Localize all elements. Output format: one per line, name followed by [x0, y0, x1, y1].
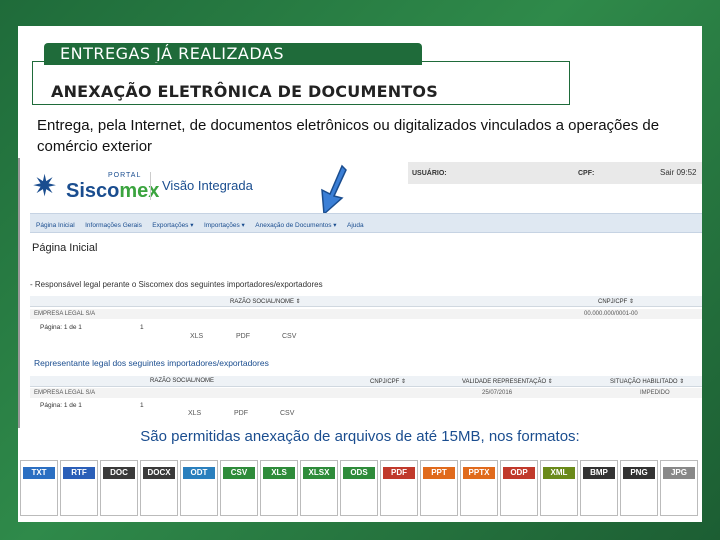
col-cnpj[interactable]: CNPJ/CPF ⇕	[598, 298, 634, 305]
file-type-tag: ODT	[183, 467, 215, 479]
xlsx-file-icon: XLSX	[300, 460, 338, 516]
cpf-label: CPF:	[578, 170, 595, 177]
title-box: ANEXAÇÃO ELETRÔNICA DE DOCUMENTOS	[32, 61, 570, 105]
odt-file-icon: ODT	[180, 460, 218, 516]
portal-screenshot: USUÁRIO: CPF: Sair 09:52 ✷ PORTAL Siscom…	[18, 158, 702, 428]
export-csv-link[interactable]: CSV	[282, 333, 296, 340]
portal-page-title: Página Inicial	[32, 242, 98, 254]
png-file-icon: PNG	[620, 460, 658, 516]
export2-xls-link[interactable]: XLS	[188, 410, 201, 417]
file-type-tag: DOC	[103, 467, 135, 479]
pptx-file-icon: PPTX	[460, 460, 498, 516]
export2-pdf-link[interactable]: PDF	[234, 410, 248, 417]
export2-csv-link[interactable]: CSV	[280, 410, 294, 417]
export-pdf-link[interactable]: PDF	[236, 333, 250, 340]
rtf-file-icon: RTF	[60, 460, 98, 516]
portal-topbar: USUÁRIO: CPF: Sair 09:52	[408, 162, 702, 184]
ods-file-icon: ODS	[340, 460, 378, 516]
txt-file-icon: TXT	[20, 460, 58, 516]
header-divider	[150, 172, 151, 200]
table1-header: RAZÃO SOCIAL/NOME ⇕ CNPJ/CPF ⇕	[30, 296, 702, 307]
nav-item-pagina-inicial[interactable]: Página Inicial	[36, 222, 75, 229]
intro-text: Entrega, pela Internet, de documentos el…	[37, 117, 660, 155]
pager: Página: 1 de 1	[40, 324, 82, 331]
pointer-arrow-icon	[321, 164, 347, 216]
compass-star-icon: ✷	[32, 170, 58, 203]
docx-file-icon: DOCX	[140, 460, 178, 516]
row2-situacao: IMPEDIDO	[640, 390, 670, 396]
pager2: Página: 1 de 1	[40, 402, 82, 409]
siscomex-logo[interactable]: ✷ PORTAL Siscomex	[32, 170, 159, 208]
nav-item-exportacoes[interactable]: Exportações ▾	[152, 221, 193, 229]
row2-date: 25/07/2016	[482, 390, 513, 396]
file-type-tag: XML	[543, 467, 575, 479]
user-label: USUÁRIO:	[412, 170, 447, 177]
file-type-tag: ODP	[503, 467, 535, 479]
session-info[interactable]: Sair 09:52	[660, 168, 696, 177]
nav-item-anexacao[interactable]: Anexação de Documentos ▾	[255, 221, 336, 229]
nav-item-ajuda[interactable]: Ajuda	[347, 222, 364, 229]
row-id: 00.000.000/0001-00	[584, 311, 638, 317]
export-xls-link[interactable]: XLS	[190, 333, 203, 340]
table-row[interactable]: EMPRESA LEGAL S/A 00.000.000/0001-00	[30, 309, 702, 319]
table2-header: RAZÃO SOCIAL/NOME CNPJ/CPF ⇕ VALIDADE RE…	[30, 376, 702, 387]
file-type-tag: XLSX	[303, 467, 335, 479]
file-type-tag: XLS	[263, 467, 295, 479]
responsavel-label: - Responsável legal perante o Siscomex d…	[30, 280, 323, 289]
page-title: ANEXAÇÃO ELETRÔNICA DE DOCUMENTOS	[51, 82, 438, 101]
logo-portal-text: PORTAL	[108, 172, 142, 179]
row2-name: EMPRESA LEGAL S/A	[34, 390, 96, 396]
file-type-tag: PNG	[623, 467, 655, 479]
portal-navbar: Página Inicial Informações Gerais Export…	[30, 213, 702, 233]
col2-razao[interactable]: RAZÃO SOCIAL/NOME	[150, 378, 214, 384]
file-type-tag: CSV	[223, 467, 255, 479]
nav-item-informacoes[interactable]: Informações Gerais	[85, 222, 142, 229]
file-type-tag: TXT	[23, 467, 55, 479]
file-type-tag: PPTX	[463, 467, 495, 479]
size-limit-caption: São permitidas anexação de arquivos de a…	[140, 428, 580, 445]
col2-cnpj[interactable]: CNPJ/CPF ⇕	[370, 378, 406, 385]
file-format-icons: TXT RTF DOC DOCX ODT CSV XLS XLSX ODS PDF PPT PPTX O…	[18, 456, 702, 522]
jpg-file-icon: JPG	[660, 460, 698, 516]
nav-item-importacoes[interactable]: Importações ▾	[204, 221, 245, 229]
file-type-tag: JPG	[663, 467, 695, 479]
file-type-tag: PPT	[423, 467, 455, 479]
file-type-tag: PDF	[383, 467, 415, 479]
col2-situacao[interactable]: SITUAÇÃO HABILITADO ⇕	[610, 378, 684, 385]
logo-name-b: mex	[119, 180, 160, 202]
doc-file-icon: DOC	[100, 460, 138, 516]
xml-file-icon: XML	[540, 460, 578, 516]
logo-name: Siscomex	[66, 180, 159, 203]
pager2-page-number[interactable]: 1	[140, 402, 144, 409]
logo-name-a: Sisco	[66, 180, 120, 202]
app-title: Visão Integrada	[162, 178, 253, 193]
file-type-tag: ODS	[343, 467, 375, 479]
col-razao[interactable]: RAZÃO SOCIAL/NOME ⇕	[230, 298, 301, 305]
row-name: EMPRESA LEGAL S/A	[34, 311, 96, 317]
pdf-file-icon: PDF	[380, 460, 418, 516]
representante-label: Representante legal dos seguintes import…	[34, 358, 269, 368]
xls-file-icon: XLS	[260, 460, 298, 516]
file-type-tag: BMP	[583, 467, 615, 479]
csv-file-icon: CSV	[220, 460, 258, 516]
pager-page-number[interactable]: 1	[140, 324, 144, 331]
ppt-file-icon: PPT	[420, 460, 458, 516]
file-type-tag: RTF	[63, 467, 95, 479]
bmp-file-icon: BMP	[580, 460, 618, 516]
table-row[interactable]: EMPRESA LEGAL S/A 25/07/2016 IMPEDIDO	[30, 388, 702, 398]
odp-file-icon: ODP	[500, 460, 538, 516]
col2-validade[interactable]: VALIDADE REPRESENTAÇÃO ⇕	[462, 378, 553, 385]
file-type-tag: DOCX	[143, 467, 175, 479]
